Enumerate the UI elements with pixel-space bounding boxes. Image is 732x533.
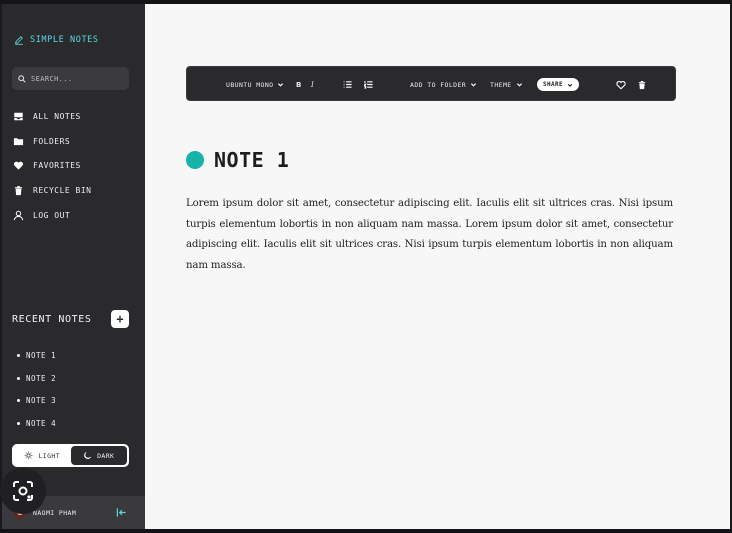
recent-notes-list: NOTE 1 NOTE 2 NOTE 3 NOTE 4 [17,344,56,435]
trash-icon [14,186,23,195]
recent-notes-title: RECENT NOTES [12,313,92,325]
theme-select-label: THEME [490,80,512,89]
chevron-down-icon [516,83,522,87]
note-color-dot[interactable] [186,151,204,169]
numbered-list-button[interactable] [364,67,373,102]
app-brand[interactable]: SIMPLE NOTES [14,35,99,45]
recent-note-item[interactable]: NOTE 4 [17,412,56,435]
favorite-button[interactable] [616,67,626,102]
user-icon [13,210,24,220]
recent-note-item[interactable]: NOTE 2 [17,367,56,390]
delete-button[interactable] [637,67,647,102]
main-content: UBUNTU MONO B I ADD TO FOLDER THEME SHAR… [145,4,730,529]
note-header: NOTE 1 [186,148,289,172]
camera-search-icon [13,481,33,501]
add-to-folder-label: ADD TO FOLDER [410,80,467,89]
share-label: SHARE [543,81,564,88]
sidebar-nav: ALL NOTES FOLDERS FAVORITES RECYCLE BIN … [13,104,91,227]
chevron-down-icon [470,83,477,87]
sidebar-item-all-notes[interactable]: ALL NOTES [13,104,91,129]
numbered-list-icon [364,81,373,89]
recent-note-item[interactable]: NOTE 1 [17,344,56,367]
search-icon [18,74,26,83]
lens-overlay-button[interactable] [0,468,46,514]
pencil-icon [15,36,23,45]
search-box[interactable] [12,67,129,90]
theme-select[interactable]: THEME [490,67,523,102]
sidebar-item-label: LOG OUT [33,210,71,220]
note-body[interactable]: Lorem ipsum dolor sit amet, consectetur … [186,194,673,276]
inbox-icon [13,111,24,121]
bullet-list-icon [343,81,352,88]
light-theme-option[interactable]: LIGHT [14,446,71,465]
sidebar-item-folders[interactable]: FOLDERS [13,129,91,154]
recent-notes-header: RECENT NOTES + [12,310,129,328]
sidebar-item-favorites[interactable]: FAVORITES [13,153,91,178]
italic-button[interactable]: I [311,67,314,102]
sidebar-item-log-out[interactable]: LOG OUT [13,203,91,228]
editor-toolbar: UBUNTU MONO B I ADD TO FOLDER THEME SHAR… [186,66,676,101]
user-name: NAOMI PHAM [33,508,77,517]
heart-outline-icon [616,80,626,90]
light-theme-label: LIGHT [38,451,61,460]
recent-note-item[interactable]: NOTE 3 [17,389,56,412]
add-note-button[interactable]: + [111,310,129,328]
sidebar: SIMPLE NOTES ALL NOTES FOLDERS FAVORITES… [2,4,145,529]
sidebar-item-label: RECYCLE BIN [33,185,92,195]
sidebar-item-label: FOLDERS [33,136,71,146]
chevron-down-icon [278,83,284,87]
font-select[interactable]: UBUNTU MONO [226,67,284,102]
share-button[interactable]: SHARE [537,78,580,91]
trash-icon [638,80,646,89]
folder-icon [13,137,24,145]
sun-icon [25,451,33,460]
search-input[interactable] [31,74,126,83]
sidebar-item-recycle-bin[interactable]: RECYCLE BIN [13,178,91,203]
bullet-list-button[interactable] [343,67,352,102]
theme-toggle: LIGHT DARK [12,444,129,467]
app-name: SIMPLE NOTES [30,35,99,45]
dark-theme-label: DARK [97,451,115,460]
sidebar-item-label: ALL NOTES [33,111,81,121]
dark-theme-option[interactable]: DARK [70,446,127,465]
add-to-folder-select[interactable]: ADD TO FOLDER [410,67,477,102]
heart-icon [13,161,24,170]
bold-button[interactable]: B [296,67,302,102]
window-frame-bottom [0,529,732,533]
note-title[interactable]: NOTE 1 [214,148,289,172]
collapse-sidebar-icon[interactable] [116,507,127,518]
font-select-label: UBUNTU MONO [226,80,274,89]
moon-icon [84,452,91,459]
chevron-down-icon [567,83,573,87]
sidebar-item-label: FAVORITES [33,161,81,171]
